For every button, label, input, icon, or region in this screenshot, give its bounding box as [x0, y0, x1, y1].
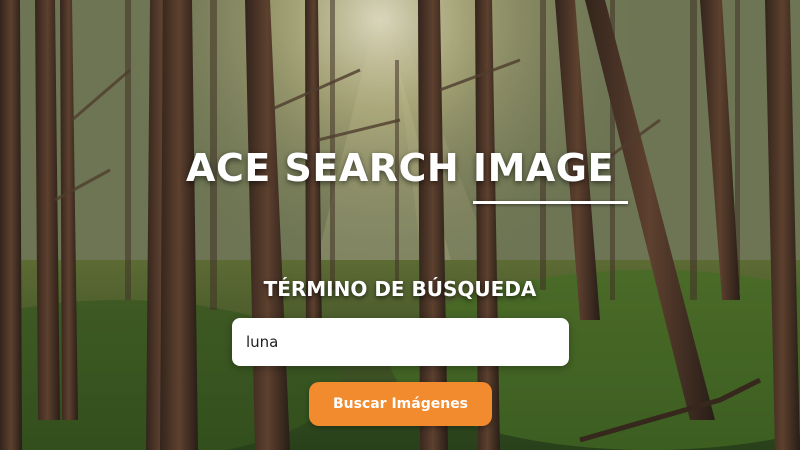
- page: ACE SEARCH IMAGE TÉRMINO DE BÚSQUEDA Bus…: [0, 0, 800, 450]
- page-title: ACE SEARCH IMAGE: [186, 146, 614, 190]
- title-underline: [473, 201, 628, 204]
- search-label: TÉRMINO DE BÚSQUEDA: [263, 277, 537, 301]
- search-images-button[interactable]: Buscar Imágenes: [309, 382, 492, 426]
- hero-content: ACE SEARCH IMAGE TÉRMINO DE BÚSQUEDA Bus…: [0, 0, 800, 450]
- search-input[interactable]: [232, 318, 569, 366]
